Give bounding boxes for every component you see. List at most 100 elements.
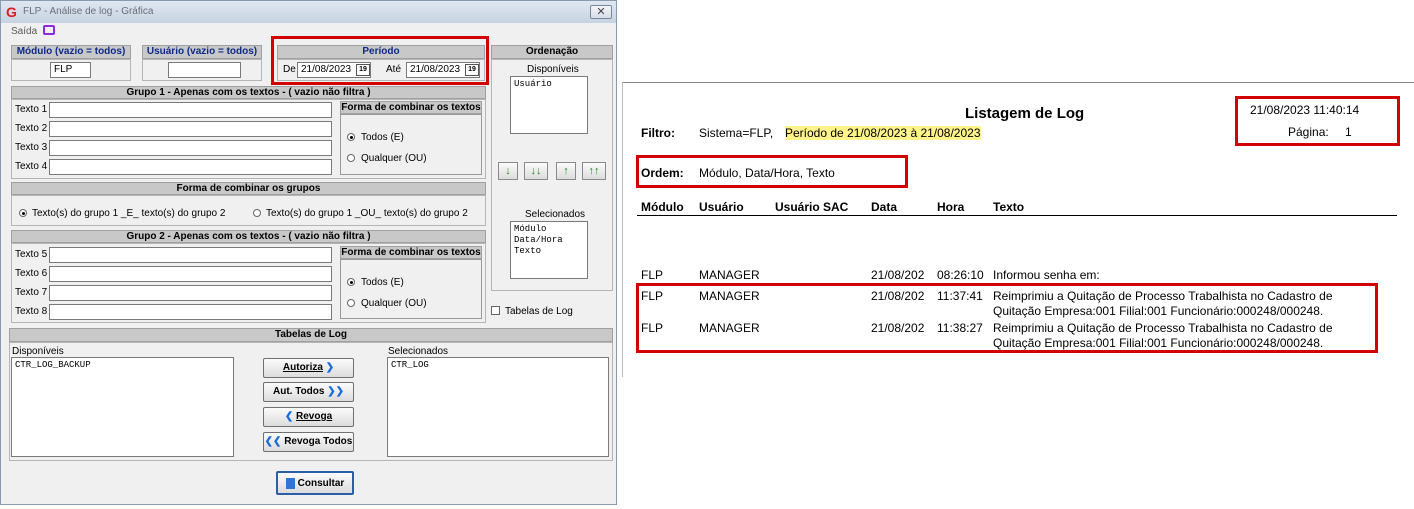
title-bar: G FLP - Análise de log - Gráfica ✕ [1, 1, 616, 23]
texto2-label: Texto 2 [15, 123, 48, 134]
row1-hora: 08:26:10 [937, 268, 984, 282]
tabelas-log-checkbox-label: Tabelas de Log [505, 306, 573, 317]
grupo1-header: Grupo 1 - Apenas com os textos - ( vazio… [11, 86, 486, 99]
move-bottom-button[interactable]: ↓↓ [524, 162, 548, 180]
grupo2-todos-label: Todos (E) [361, 277, 404, 288]
double-chevron-left-icon: ❮❮ [264, 436, 282, 447]
usuario-header: Usuário (vazio = todos) [142, 45, 262, 59]
double-chevron-right-icon: ❯❯ [327, 386, 345, 397]
tabelas-selecionados-list[interactable]: CTR_LOG [387, 357, 609, 457]
list-item[interactable]: CTR_LOG_BACKUP [15, 360, 230, 371]
header-divider [637, 215, 1397, 216]
list-item[interactable]: CTR_LOG [391, 360, 605, 371]
periodo-highlight [271, 36, 489, 85]
rows-highlight [636, 283, 1378, 353]
chevron-left-icon: ❮ [284, 411, 294, 422]
autoriza-label: Autoriza [282, 362, 323, 373]
texto7-label: Texto 7 [15, 287, 48, 298]
grupo1-qualquer-radio[interactable] [347, 154, 355, 162]
grupos-e-label: Texto(s) do grupo 1 _E_ texto(s) do grup… [32, 208, 226, 219]
filtro-periodo: Período de 21/08/2023 à 21/08/2023 [785, 126, 981, 140]
grupo1-qualquer-label: Qualquer (OU) [361, 153, 427, 164]
consultar-button[interactable]: Consultar [276, 471, 354, 495]
monitor-icon[interactable] [43, 25, 55, 35]
tabelas-header: Tabelas de Log [9, 328, 613, 342]
texto1-label: Texto 1 [15, 104, 48, 115]
grupo1-todos-radio[interactable] [347, 133, 355, 141]
texto3-input[interactable] [49, 140, 332, 156]
ordenacao-selecionados-list[interactable]: Módulo Data/Hora Texto [510, 221, 588, 279]
autoriza-button[interactable]: Autoriza ❯ [263, 358, 354, 378]
revoga-label: Revoga [296, 411, 333, 422]
tabelas-disponiveis-list[interactable]: CTR_LOG_BACKUP [11, 357, 234, 457]
tabelas-disponiveis-label: Disponíveis [12, 346, 64, 357]
chevron-right-icon: ❯ [325, 362, 335, 373]
ordenacao-selecionados-label: Selecionados [525, 209, 586, 220]
grupo1-combinar-header: Forma de combinar os textos [340, 101, 482, 114]
grupo2-todos-radio[interactable] [347, 278, 355, 286]
texto6-label: Texto 6 [15, 268, 48, 279]
list-item[interactable]: Texto [514, 246, 584, 257]
grupos-ou-label: Texto(s) do grupo 1 _OU_ texto(s) do gru… [266, 208, 468, 219]
row1-modulo: FLP [641, 268, 664, 282]
menu-saida[interactable]: Saída [11, 26, 37, 37]
ordenacao-disponiveis-list[interactable]: Usuário [510, 76, 588, 134]
grupos-e-radio[interactable] [19, 209, 27, 217]
col-texto: Texto [993, 200, 1025, 214]
list-item[interactable]: Data/Hora [514, 235, 584, 246]
ordenacao-disponiveis-label: Disponíveis [527, 64, 579, 75]
move-top-button[interactable]: ↑↑ [582, 162, 606, 180]
close-button[interactable]: ✕ [590, 5, 612, 19]
grupo2-combinar-panel [340, 259, 482, 319]
report-title: Listagem de Log [965, 105, 1085, 122]
grupo2-qualquer-radio[interactable] [347, 299, 355, 307]
grupo2-qualquer-label: Qualquer (OU) [361, 298, 427, 309]
texto3-label: Texto 3 [15, 142, 48, 153]
texto4-input[interactable] [49, 159, 332, 175]
aut-todos-button[interactable]: Aut. Todos ❯❯ [263, 382, 354, 402]
col-data: Data [871, 200, 898, 214]
texto5-input[interactable] [49, 247, 332, 263]
grupos-header: Forma de combinar os grupos [11, 182, 486, 195]
app-logo-icon: G [6, 4, 17, 20]
revoga-todos-label: Revoga Todos [284, 436, 353, 447]
tabelas-selecionados-label: Selecionados [388, 346, 449, 357]
document-icon [285, 477, 295, 489]
grupos-ou-radio[interactable] [253, 209, 261, 217]
texto6-input[interactable] [49, 266, 332, 282]
col-usuario-sac: Usuário SAC [775, 200, 849, 214]
grupo2-header: Grupo 2 - Apenas com os textos - ( vazio… [11, 230, 486, 243]
filtro-sistema: Sistema=FLP, [699, 126, 774, 140]
tabelas-log-checkbox[interactable] [491, 306, 500, 315]
log-analysis-window: G FLP - Análise de log - Gráfica ✕ Saída… [0, 0, 617, 505]
ordem-highlight [636, 155, 908, 188]
texto8-input[interactable] [49, 304, 332, 320]
texto5-label: Texto 5 [15, 249, 48, 260]
col-usuario: Usuário [699, 200, 744, 214]
revoga-todos-button[interactable]: ❮❮ Revoga Todos [263, 432, 354, 452]
consultar-label: Consultar [297, 478, 345, 489]
modulo-header: Módulo (vazio = todos) [11, 45, 131, 59]
col-hora: Hora [937, 200, 965, 214]
texto4-label: Texto 4 [15, 161, 48, 172]
ordenacao-header: Ordenação [491, 45, 613, 59]
revoga-button[interactable]: ❮ Revoga [263, 407, 354, 427]
list-item[interactable]: Usuário [514, 79, 584, 90]
move-up-button[interactable]: ↑ [556, 162, 576, 180]
texto8-label: Texto 8 [15, 306, 48, 317]
col-modulo: Módulo [641, 200, 684, 214]
list-item[interactable]: Módulo [514, 224, 584, 235]
window-title: FLP - Análise de log - Gráfica [23, 6, 154, 17]
modulo-input[interactable]: FLP [50, 62, 91, 78]
texto7-input[interactable] [49, 285, 332, 301]
grupo1-combinar-panel [340, 114, 482, 175]
aut-todos-label: Aut. Todos [272, 386, 325, 397]
row1-data: 21/08/202 [871, 268, 925, 282]
datetime-highlight [1235, 96, 1400, 146]
usuario-input[interactable] [168, 62, 241, 78]
texto2-input[interactable] [49, 121, 332, 137]
grupo1-todos-label: Todos (E) [361, 132, 404, 143]
move-down-button[interactable]: ↓ [498, 162, 518, 180]
texto1-input[interactable] [49, 102, 332, 118]
grupo2-combinar-header: Forma de combinar os textos [340, 246, 482, 259]
